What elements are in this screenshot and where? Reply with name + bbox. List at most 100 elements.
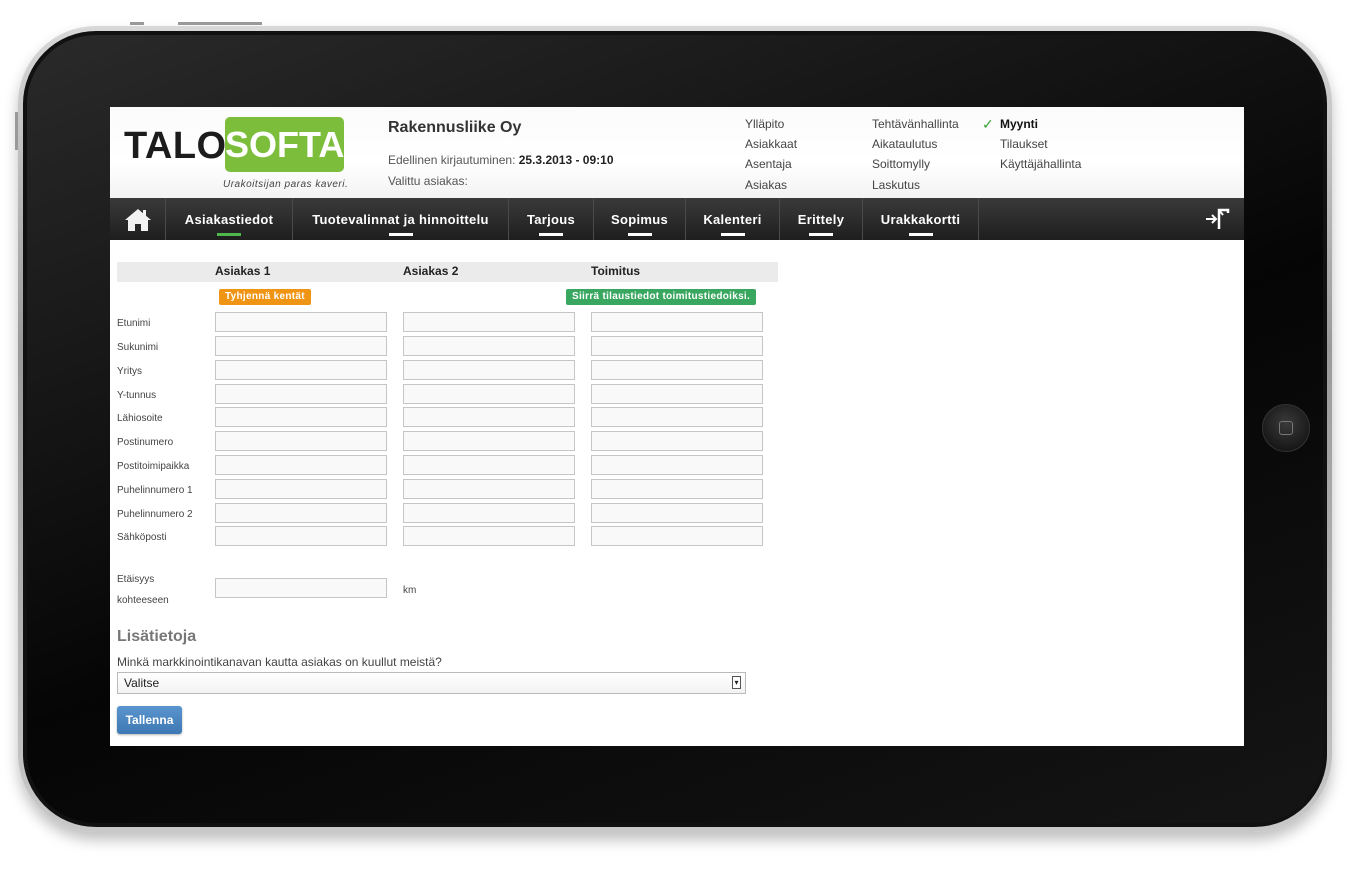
sukunimi-asiakas1-input[interactable] <box>215 336 387 356</box>
tab-indicator <box>908 233 933 236</box>
lahiosoite-asiakas1-input[interactable] <box>215 407 387 427</box>
tablet-home-button[interactable] <box>1262 404 1310 452</box>
tab-label: Kalenteri <box>703 212 762 227</box>
tab-urakkakortti[interactable]: Urakkakortti <box>863 198 979 240</box>
app-header: TALO SOFTA Urakoitsijan paras kaveri. Ra… <box>110 107 1244 198</box>
tab-erittely[interactable]: Erittely <box>780 198 863 240</box>
tab-tarjous[interactable]: Tarjous <box>509 198 594 240</box>
label-sahkoposti: Sähköposti <box>117 532 167 543</box>
y-tunnus-toimitus-input[interactable] <box>591 384 763 404</box>
copy-to-delivery-button[interactable]: Siirrä tilaustiedot toimitustiedoiksi. <box>566 289 757 305</box>
puhelinnumero2-asiakas2-input[interactable] <box>403 503 575 523</box>
label-postinumero: Postinumero <box>117 437 174 448</box>
menu-asiakas[interactable]: Asiakas <box>745 178 787 192</box>
app-screen: TALO SOFTA Urakoitsijan paras kaveri. Ra… <box>110 107 1244 746</box>
last-login-value: 25.3.2013 - 09:10 <box>518 153 614 167</box>
puhelinnumero1-toimitus-input[interactable] <box>591 479 763 499</box>
logo-tagline: Urakoitsijan paras kaveri. <box>223 179 349 190</box>
label-lahiosoite: Lähiosoite <box>117 413 163 424</box>
menu-aikataulutus[interactable]: Aikataulutus <box>872 137 937 151</box>
postinumero-asiakas1-input[interactable] <box>215 431 387 451</box>
tab-label: Urakkakortti <box>880 212 961 227</box>
menu-asiakkaat[interactable]: Asiakkaat <box>745 137 797 151</box>
tab-label: Tuotevalinnat ja hinnoittelu <box>312 212 489 227</box>
postinumero-asiakas2-input[interactable] <box>403 431 575 451</box>
postitoimipaikka-asiakas1-input[interactable] <box>215 455 387 475</box>
clear-fields-button[interactable]: Tyhjennä kentät <box>219 289 311 305</box>
tab-indicator <box>720 233 745 236</box>
label-y-tunnus: Y-tunnus <box>117 390 157 401</box>
label-sukunimi: Sukunimi <box>117 342 159 353</box>
tab-label: Sopimus <box>611 212 668 227</box>
lahiosoite-toimitus-input[interactable] <box>591 407 763 427</box>
label-etunimi: Etunimi <box>117 318 151 329</box>
top-button <box>178 22 262 25</box>
puhelinnumero2-toimitus-input[interactable] <box>591 503 763 523</box>
company-name: Rakennusliike Oy <box>388 119 522 136</box>
last-login-label: Edellinen kirjautuminen: <box>388 153 516 167</box>
label-postitoimipaikka: Postitoimipaikka <box>117 461 190 472</box>
column-header-toimitus: Toimitus <box>591 264 641 278</box>
menu-myynti[interactable]: Myynti <box>1000 117 1038 131</box>
lahiosoite-asiakas2-input[interactable] <box>403 407 575 427</box>
y-tunnus-asiakas1-input[interactable] <box>215 384 387 404</box>
select-value: Valitse <box>124 676 160 690</box>
save-button[interactable]: Tallenna <box>117 706 182 734</box>
postitoimipaikka-toimitus-input[interactable] <box>591 455 763 475</box>
etunimi-asiakas1-input[interactable] <box>215 312 387 332</box>
column-header-asiakas1: Asiakas 1 <box>215 264 271 278</box>
yritys-asiakas1-input[interactable] <box>215 360 387 380</box>
sukunimi-toimitus-input[interactable] <box>591 336 763 356</box>
puhelinnumero1-asiakas2-input[interactable] <box>403 479 575 499</box>
menu-kayttajahallinta[interactable]: Käyttäjähallinta <box>1000 157 1081 171</box>
menu-tilaukset[interactable]: Tilaukset <box>1000 137 1048 151</box>
last-login: Edellinen kirjautuminen: 25.3.2013 - 09:… <box>388 153 614 167</box>
label-puhelinnumero-2: Puhelinnumero 2 <box>117 509 193 520</box>
menu-yllapito[interactable]: Ylläpito <box>745 117 784 131</box>
puhelinnumero1-asiakas1-input[interactable] <box>215 479 387 499</box>
menu-laskutus[interactable]: Laskutus <box>872 178 920 192</box>
yritys-asiakas2-input[interactable] <box>403 360 575 380</box>
postitoimipaikka-asiakas2-input[interactable] <box>403 455 575 475</box>
menu-soittomylly[interactable]: Soittomylly <box>872 157 930 171</box>
tab-active-indicator <box>217 233 241 236</box>
menu-asentaja[interactable]: Asentaja <box>745 157 792 171</box>
distance-unit: km <box>403 585 417 596</box>
postinumero-toimitus-input[interactable] <box>591 431 763 451</box>
puhelinnumero2-asiakas1-input[interactable] <box>215 503 387 523</box>
tab-asiakastiedot[interactable]: Asiakastiedot <box>166 198 293 240</box>
etunimi-toimitus-input[interactable] <box>591 312 763 332</box>
logo-talo: TALO <box>124 125 227 167</box>
yritys-toimitus-input[interactable] <box>591 360 763 380</box>
tab-label: Asiakastiedot <box>184 212 274 227</box>
marketing-channel-select[interactable]: Valitse ▾ <box>117 672 746 694</box>
marketing-channel-question: Minkä markkinointikanavan kautta asiakas… <box>117 655 442 669</box>
label-yritys: Yritys <box>117 366 142 377</box>
top-button <box>130 22 144 25</box>
label-etaisyys: Etäisyys <box>117 574 155 585</box>
tab-indicator <box>809 233 833 236</box>
sukunimi-asiakas2-input[interactable] <box>403 336 575 356</box>
home-square-icon <box>1279 421 1293 435</box>
tab-label: Tarjous <box>526 212 576 227</box>
sahkoposti-toimitus-input[interactable] <box>591 526 763 546</box>
distance-input[interactable] <box>215 578 387 598</box>
tab-kalenteri[interactable]: Kalenteri <box>686 198 780 240</box>
y-tunnus-asiakas2-input[interactable] <box>403 384 575 404</box>
tab-indicator <box>627 233 652 236</box>
tab-sopimus[interactable]: Sopimus <box>594 198 686 240</box>
extra-info-title: Lisätietoja <box>117 628 197 645</box>
check-icon: ✓ <box>982 116 994 132</box>
etunimi-asiakas2-input[interactable] <box>403 312 575 332</box>
tab-indicator <box>539 233 563 236</box>
logo-softa: SOFTA <box>225 117 344 172</box>
sahkoposti-asiakas2-input[interactable] <box>403 526 575 546</box>
nav-home[interactable] <box>110 198 166 240</box>
tab-tuotevalinnat[interactable]: Tuotevalinnat ja hinnoittelu <box>293 198 509 240</box>
menu-tehtavanhallinta[interactable]: Tehtävänhallinta <box>872 117 959 131</box>
volume-button <box>15 112 18 150</box>
logout-icon[interactable] <box>1204 207 1230 231</box>
selected-customer-label: Valittu asiakas: <box>388 174 468 188</box>
label-kohteeseen: kohteeseen <box>117 595 169 606</box>
sahkoposti-asiakas1-input[interactable] <box>215 526 387 546</box>
